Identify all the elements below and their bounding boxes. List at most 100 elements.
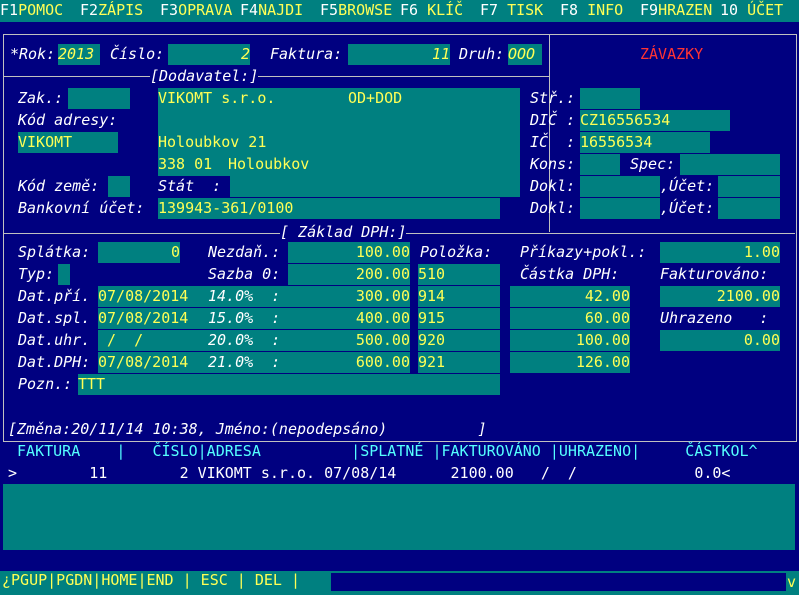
fkey-label: BROWSE [338, 1, 393, 19]
table-row[interactable]: > 11 2 VIKOMT s.r.o. 07/08/14 2100.00 / … [8, 463, 730, 484]
fkey-number: F7 [480, 1, 499, 19]
search-input[interactable] [331, 573, 786, 591]
rok-label: *Rok: [10, 45, 56, 63]
city-field[interactable]: Holoubkov [228, 154, 309, 175]
castka-21[interactable]: 126.00 [510, 352, 630, 373]
dokl1-field[interactable] [580, 176, 660, 197]
kons-field[interactable] [580, 154, 620, 175]
zak-field[interactable] [68, 88, 130, 109]
str-field[interactable] [580, 88, 640, 109]
polozka-14[interactable]: 914 [418, 286, 500, 307]
typ-field[interactable] [58, 264, 70, 285]
druh-field[interactable]: OOO [508, 44, 542, 65]
polozka-sazba0[interactable]: 510 [418, 264, 500, 285]
amount-15[interactable]: 400.00 [288, 308, 410, 329]
fkey-f1[interactable]: F1POMOC [0, 0, 63, 21]
rok-field[interactable]: 2013 [58, 44, 100, 65]
dodavatel-title: [Dodavatel:] [150, 66, 259, 87]
supplier-name-suffix[interactable]: OD+DOD [348, 88, 402, 109]
fkey-label: ZÁPIS [98, 1, 144, 19]
ic-field[interactable]: 16556534 [580, 132, 710, 153]
amount-sazba0[interactable]: 200.00 [288, 264, 410, 285]
fkey-number: F9 [640, 1, 659, 19]
navigation-keys[interactable]: ¿PGUP|PGDN|HOME|END | ESC | DEL | [2, 570, 300, 591]
castka-dph-label: Částka DPH: [520, 265, 620, 283]
castka-14[interactable]: 42.00 [510, 286, 630, 307]
rate-14-label: 14.0% : [200, 286, 288, 307]
fkey-f8[interactable]: F8 INFO [560, 0, 623, 21]
dat-dph-label: Dat.DPH: [18, 353, 91, 371]
fkey-f6[interactable]: F6 KLÍČ [400, 0, 463, 21]
fakturovano-label: Fakturováno: [660, 265, 769, 283]
supplier-name[interactable]: VIKOMT s.r.o. [158, 88, 275, 109]
psc-field[interactable]: 338 01 [158, 154, 212, 175]
fkey-f3[interactable]: F3OPRAVA [160, 0, 232, 21]
fkey-number: F1 [0, 1, 19, 19]
dic-field[interactable]: CZ16556534 [580, 110, 730, 131]
castka-15[interactable]: 60.00 [510, 308, 630, 329]
polozka-20[interactable]: 920 [418, 330, 500, 351]
fkey-label: POMOC [18, 1, 64, 19]
prikazy-label: Příkazy+pokl.: [520, 243, 647, 261]
fkey-f4[interactable]: F4NAJDI [240, 0, 303, 21]
typ-label: Typ: [18, 265, 55, 283]
splatka-field[interactable]: 0 [98, 242, 180, 263]
fkey-f2[interactable]: F2ZÁPIS [80, 0, 143, 21]
ucet2-field[interactable] [718, 198, 780, 219]
fkey-f7[interactable]: F7 TISK [480, 0, 543, 21]
fkey-label: OPRAVA [178, 1, 233, 19]
fakturovano-field[interactable]: 2100.00 [660, 286, 780, 307]
table-header: FAKTURA | ČÍSLO|ADRESA |SPLATNÉ |FAKTURO… [8, 442, 758, 460]
dat-pri-field[interactable]: 07/08/2014 [98, 286, 200, 307]
rate-21-label: 21.0% : [200, 352, 288, 373]
polozka-15[interactable]: 915 [418, 308, 500, 329]
dph-title: [ Základ DPH:] [280, 222, 407, 243]
faktura-label: Faktura: [270, 45, 343, 63]
pozn-label: Pozn.: [18, 375, 73, 393]
dat-uhr-field[interactable]: / / [98, 330, 200, 351]
dat-uhr-label: Dat.uhr. [18, 331, 91, 349]
ucet1-label: ,Účet: [660, 177, 715, 195]
rate-15-label: 15.0% : [200, 308, 288, 329]
ucet1-field[interactable] [718, 176, 780, 197]
pozn-field[interactable]: TTT [78, 374, 500, 395]
cislo-label: Číslo: [110, 45, 165, 63]
kod-zeme-field[interactable] [108, 176, 130, 197]
bank-label: Bankovní účet: [18, 199, 145, 217]
fkey-f5[interactable]: F5BROWSE [320, 0, 392, 21]
kod-adresy-field[interactable]: VIKOMT [18, 132, 118, 153]
ic-label: IČ : [530, 133, 576, 151]
fkey-f9[interactable]: F9HRAZEN [640, 0, 712, 21]
dat-dph-field[interactable]: 07/08/2014 [98, 352, 200, 373]
uhrazeno-label: Uhrazeno : [660, 309, 769, 327]
amount-nezdan[interactable]: 100.00 [288, 242, 410, 263]
castka-20[interactable]: 100.00 [510, 330, 630, 351]
uhrazeno-field[interactable]: 0.00 [660, 330, 780, 351]
fkey-number: F6 [400, 1, 419, 19]
dat-spl-field[interactable]: 07/08/2014 [98, 308, 200, 329]
fkey-number: F5 [320, 1, 339, 19]
fkey-label: HRAZEN [658, 1, 713, 19]
amount-14[interactable]: 300.00 [288, 286, 410, 307]
fkey-label: ÚČET [738, 1, 784, 19]
stat-field[interactable] [230, 176, 520, 197]
fkey-number: 10 [720, 1, 739, 19]
fkey-f10[interactable]: 10 ÚČET [720, 0, 783, 21]
dokl2-field[interactable] [580, 198, 660, 219]
amount-21[interactable]: 600.00 [288, 352, 410, 373]
fkey-number: F3 [160, 1, 179, 19]
dokl2-label: Dokl: [530, 199, 576, 217]
bank-field[interactable]: 139943-361/0100 [158, 198, 500, 219]
spec-field[interactable] [680, 154, 780, 175]
scroll-down-indicator[interactable]: v [787, 572, 796, 593]
cislo-field[interactable]: 2 [168, 44, 250, 65]
zak-label: Zak.: [18, 89, 64, 107]
fkey-number: F4 [240, 1, 259, 19]
street-field[interactable]: Holoubkov 21 [158, 132, 266, 153]
amount-20[interactable]: 500.00 [288, 330, 410, 351]
dat-spl-label: Dat.spl. [18, 309, 91, 327]
faktura-field[interactable]: 11 [348, 44, 450, 65]
prikazy-field[interactable]: 1.00 [660, 242, 780, 263]
ucet2-label: ,Účet: [660, 199, 715, 217]
polozka-21[interactable]: 921 [418, 352, 500, 373]
